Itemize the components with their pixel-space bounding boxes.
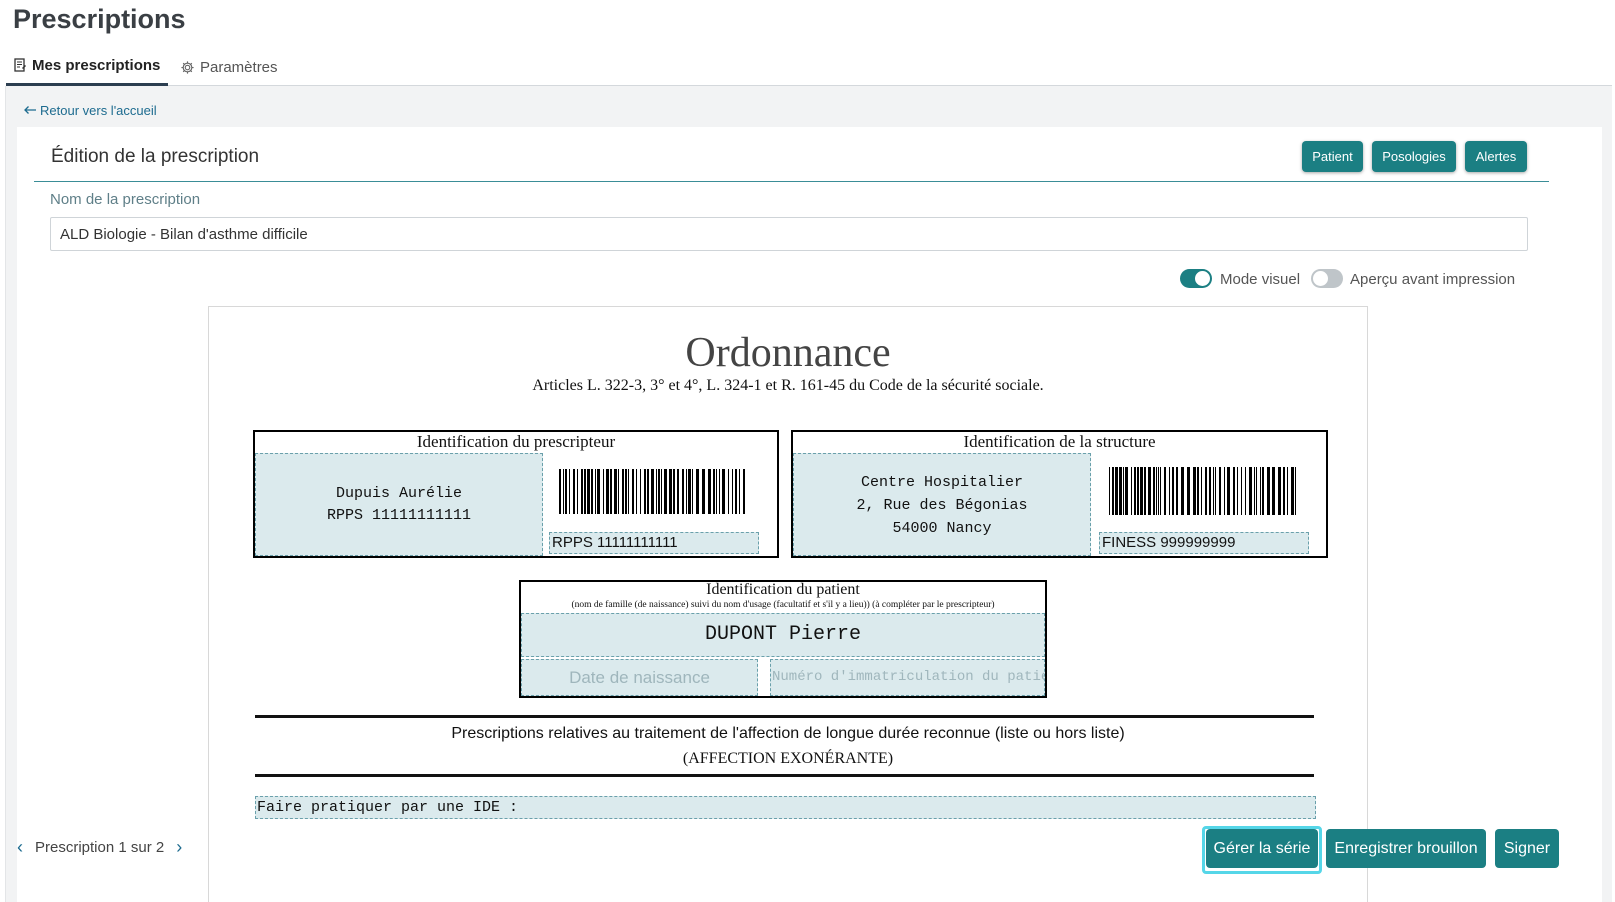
tab-label: Paramètres xyxy=(200,58,278,76)
document-icon xyxy=(14,58,27,73)
structure-barcode-label: FINESS 999999999 xyxy=(1099,532,1309,554)
document-subtitle: Articles L. 322-3, 3° et 4°, L. 324-1 et… xyxy=(532,377,1044,394)
chevron-right-icon[interactable]: › xyxy=(176,838,182,856)
structure-identity-field[interactable]: Centre Hospitalier 2, Rue des Bégonias 5… xyxy=(793,453,1091,556)
manage-series-button[interactable]: Gérer la série xyxy=(1206,829,1318,868)
structure-line3: 54000 Nancy xyxy=(892,520,992,537)
arrow-left-icon xyxy=(23,103,37,118)
ald-top-rule xyxy=(255,715,1314,718)
document-title: Ordonnance xyxy=(685,330,891,376)
birthdate-field[interactable]: Date de naissance xyxy=(521,659,758,696)
prescriber-barcode xyxy=(559,469,745,514)
immatriculation-field[interactable]: Numéro d'immatriculation du patient xyxy=(770,659,1045,696)
section-header: Édition de la prescription Patient Posol… xyxy=(34,127,1549,182)
structure-heading: Identification de la structure xyxy=(963,432,1156,451)
print-preview-label: Aperçu avant impression xyxy=(1350,271,1516,288)
patient-box: Identification du patient (nom de famill… xyxy=(519,580,1047,698)
patient-button[interactable]: Patient xyxy=(1302,141,1363,172)
visual-mode-toggle[interactable] xyxy=(1180,269,1212,288)
tab-bar: Mes prescriptions Paramètres xyxy=(6,48,1612,86)
content-card: Retour vers l'accueil Édition de la pres… xyxy=(5,86,1612,902)
page-title: Prescriptions xyxy=(13,4,186,34)
ordonnance-document: Ordonnance Articles L. 322-3, 3° et 4°, … xyxy=(208,306,1368,902)
prescriber-rpps: RPPS 11111111111 xyxy=(326,507,472,524)
prescriber-barcode-label: RPPS 11111111111 xyxy=(549,532,759,554)
structure-barcode xyxy=(1109,467,1296,515)
section-title: Édition de la prescription xyxy=(51,146,260,167)
prescriber-name: Dupuis Aurélie xyxy=(335,485,463,502)
tab-mes-prescriptions[interactable]: Mes prescriptions xyxy=(6,48,168,86)
structure-line2: 2, Rue des Bégonias xyxy=(856,497,1028,514)
print-preview-toggle[interactable] xyxy=(1311,269,1343,288)
patient-subheading: (nom de famille (de naissance) suivi du … xyxy=(571,600,995,610)
save-draft-button[interactable]: Enregistrer brouillon xyxy=(1326,829,1486,868)
prescriber-box: Identification du prescripteur Dupuis Au… xyxy=(253,430,779,558)
structure-line1: Centre Hospitalier xyxy=(860,474,1024,491)
posologies-button[interactable]: Posologies xyxy=(1372,141,1456,172)
prescriber-identity-field[interactable]: Dupuis Aurélie RPPS 11111111111 xyxy=(255,453,543,556)
patient-name-field[interactable]: DUPONT Pierre xyxy=(521,613,1045,657)
pagination: ‹ Prescription 1 sur 2 › xyxy=(17,838,182,856)
toggle-knob xyxy=(1313,271,1328,286)
pagination-label: Prescription 1 sur 2 xyxy=(35,838,165,856)
back-link-label: Retour vers l'accueil xyxy=(40,103,157,118)
editor-panel: Édition de la prescription Patient Posol… xyxy=(17,127,1602,902)
prescriber-heading: Identification du prescripteur xyxy=(416,432,616,451)
ald-bottom-rule xyxy=(255,774,1314,777)
ald-subheading: (AFFECTION EXONÉRANTE) xyxy=(682,750,894,767)
alertes-button[interactable]: Alertes xyxy=(1465,141,1527,172)
toggle-knob xyxy=(1195,271,1210,286)
prescription-name-label: Nom de la prescription xyxy=(50,191,201,208)
prescription-name-input[interactable] xyxy=(50,217,1528,251)
structure-box: Identification de la structure Centre Ho… xyxy=(791,430,1328,558)
tab-label: Mes prescriptions xyxy=(32,57,161,74)
patient-heading: Identification du patient xyxy=(706,581,860,598)
gear-icon xyxy=(180,60,195,75)
sign-button[interactable]: Signer xyxy=(1495,829,1559,868)
back-link[interactable]: Retour vers l'accueil xyxy=(23,103,157,118)
chevron-left-icon[interactable]: ‹ xyxy=(17,838,23,856)
ald-prescription-line[interactable]: Faire pratiquer par une IDE : xyxy=(255,796,1316,819)
tab-parametres[interactable]: Paramètres xyxy=(180,48,278,86)
visual-mode-label: Mode visuel xyxy=(1220,271,1301,288)
ald-heading: Prescriptions relatives au traitement de… xyxy=(451,725,1125,742)
